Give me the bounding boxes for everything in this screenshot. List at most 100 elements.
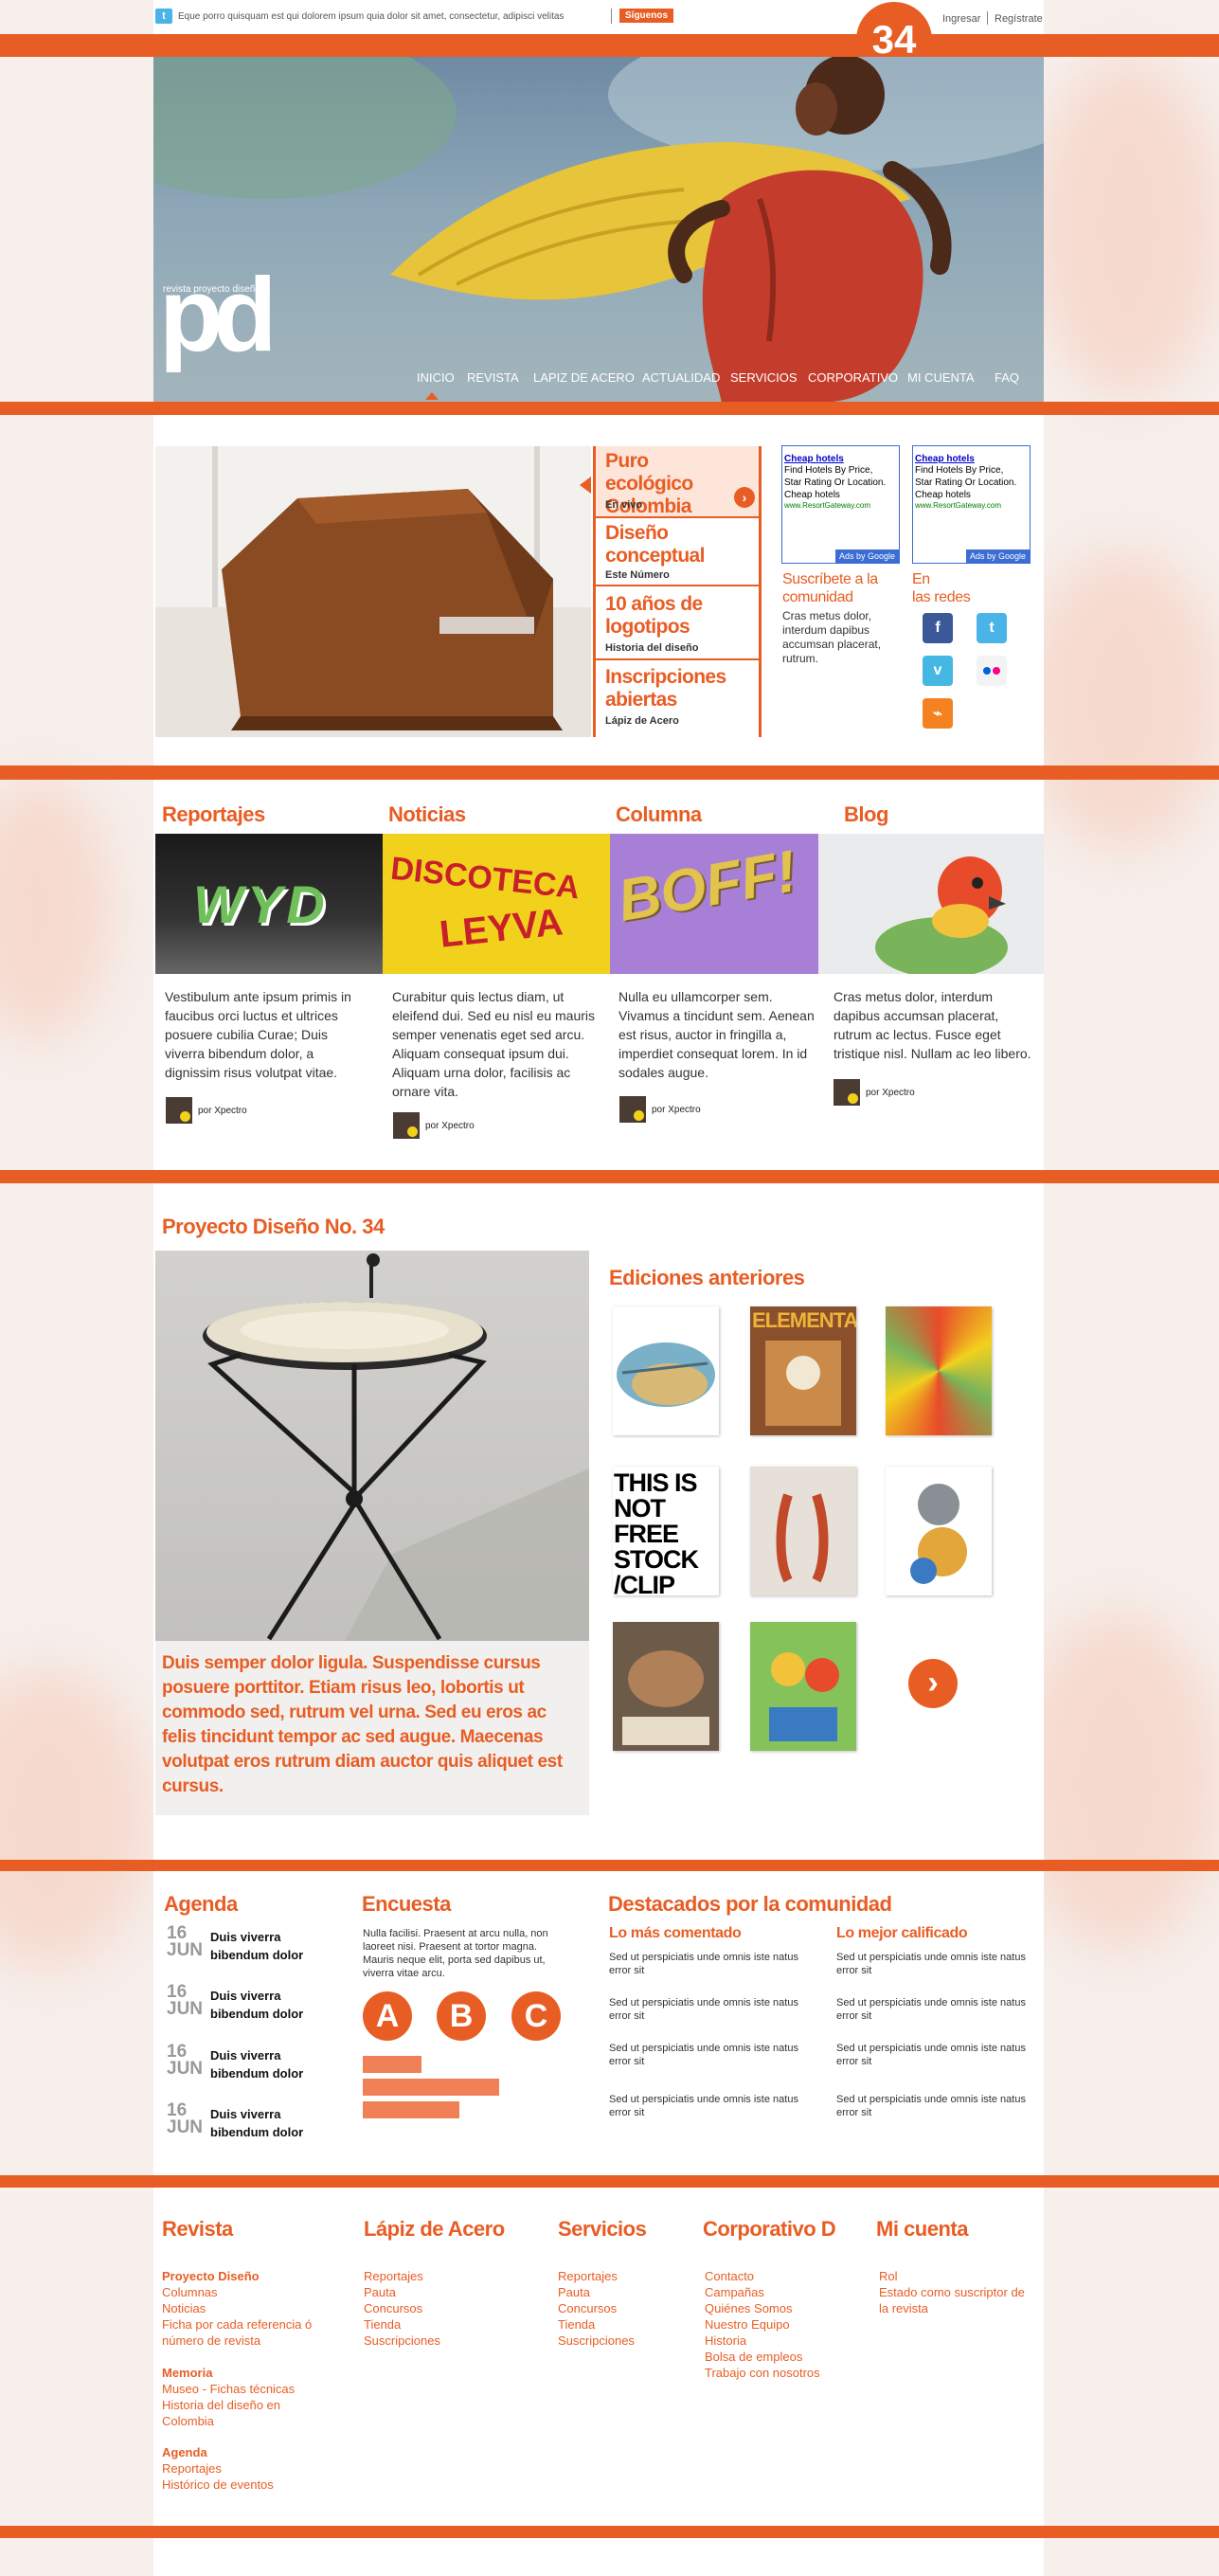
edition-cover[interactable]: ELEMENTA (750, 1306, 856, 1435)
highlights-heading[interactable]: Destacados por la comunidad (608, 1892, 892, 1917)
footer-link[interactable]: Historia del diseño en (162, 2397, 280, 2413)
footer-group-title[interactable]: Proyecto Diseño (162, 2268, 260, 2284)
footer-heading-corporativo[interactable]: Corporativo D (703, 2217, 836, 2242)
footer-link[interactable]: Rol (879, 2268, 898, 2284)
agenda-heading[interactable]: Agenda (164, 1892, 238, 1917)
highlight-item[interactable]: Sed ut perspiciatis unde omnis iste natu… (836, 1951, 1026, 1977)
highlight-item[interactable]: Sed ut perspiciatis unde omnis iste natu… (836, 1996, 1026, 2023)
footer-link[interactable]: Reportajes (162, 2460, 222, 2477)
footer-heading-servicios[interactable]: Servicios (558, 2217, 647, 2242)
featured-item-2[interactable]: Diseño conceptual Este Número (596, 520, 759, 586)
ad-box-1[interactable]: Cheap hotels Find Hotels By Price, Star … (781, 445, 900, 564)
footer-heading-mi-cuenta[interactable]: Mi cuenta (876, 2217, 968, 2242)
footer-link[interactable]: Pauta (558, 2284, 590, 2300)
footer-heading-revista[interactable]: Revista (162, 2217, 233, 2242)
footer-link[interactable]: Histórico de eventos (162, 2477, 274, 2493)
footer-link[interactable]: Museo - Fichas técnicas (162, 2381, 295, 2397)
best-rated-heading[interactable]: Lo mejor calificado (836, 1925, 968, 1942)
nav-servicios[interactable]: SERVICIOS (730, 370, 798, 385)
highlight-item[interactable]: Sed ut perspiciatis unde omnis iste natu… (609, 1996, 798, 2023)
footer-link[interactable]: Reportajes (558, 2268, 618, 2284)
edition-cover[interactable] (750, 1467, 856, 1595)
featured-item-3[interactable]: 10 años de logotipos Historia del diseño (596, 588, 759, 660)
nav-revista[interactable]: REVISTA (467, 370, 519, 385)
highlight-item[interactable]: Sed ut perspiciatis unde omnis iste natu… (836, 2042, 1026, 2068)
ad-url[interactable]: www.ResortGateway.com (915, 501, 1028, 510)
section-heading-columna[interactable]: Columna (616, 802, 702, 827)
footer-link[interactable]: Quiénes Somos (705, 2300, 793, 2316)
footer-link[interactable]: Campañas (705, 2284, 764, 2300)
next-editions-button[interactable]: › (908, 1659, 958, 1708)
edition-cover[interactable] (886, 1467, 992, 1595)
edition-cover[interactable] (613, 1306, 719, 1435)
footer-link[interactable]: Tienda (558, 2316, 595, 2333)
poll-option-c[interactable]: C (511, 1991, 561, 2041)
current-issue-cover[interactable] (155, 1251, 589, 1641)
ad-title[interactable]: Cheap hotels (915, 454, 1028, 464)
featured-item-1[interactable]: Puro ecológico Colombia En vivo › (596, 446, 759, 518)
nav-lapiz-de-acero[interactable]: LAPIZ DE ACERO (533, 370, 635, 385)
edition-cover[interactable] (886, 1306, 992, 1435)
author-byline[interactable]: por Xpectro (834, 1079, 915, 1106)
section-heading-reportajes[interactable]: Reportajes (162, 802, 265, 827)
nav-inicio[interactable]: INICIO (417, 370, 455, 385)
register-link[interactable]: Regístrate (995, 13, 1043, 25)
nav-mi-cuenta[interactable]: MI CUENTA (907, 370, 975, 385)
section-heading-noticias[interactable]: Noticias (388, 802, 466, 827)
footer-link[interactable]: Concursos (364, 2300, 422, 2316)
section-heading-blog[interactable]: Blog (844, 802, 888, 827)
footer-link[interactable]: Estado como suscriptor de (879, 2284, 1025, 2300)
current-issue-heading[interactable]: Proyecto Diseño No. 34 (162, 1215, 385, 1239)
community-title[interactable]: Suscríbete a la comunidad (782, 570, 878, 606)
footer-group-title[interactable]: Agenda (162, 2444, 207, 2460)
footer-link[interactable]: Reportajes (364, 2268, 423, 2284)
most-commented-heading[interactable]: Lo más comentado (609, 1925, 742, 1942)
footer-link[interactable]: Concursos (558, 2300, 617, 2316)
event-title[interactable]: Duis viverra bibendum dolor (210, 1987, 303, 2023)
edition-cover[interactable]: THIS IS NOT FREE STOCK /CLIP (613, 1467, 719, 1595)
highlight-item[interactable]: Sed ut perspiciatis unde omnis iste natu… (836, 2093, 1026, 2119)
footer-group-title[interactable]: Memoria (162, 2365, 212, 2381)
footer-link[interactable]: Noticias (162, 2300, 206, 2316)
footer-link[interactable]: Suscripciones (364, 2333, 440, 2349)
site-logo[interactable]: pd (159, 263, 277, 368)
nav-faq[interactable]: FAQ (995, 370, 1019, 385)
nav-actualidad[interactable]: ACTUALIDAD (642, 370, 720, 385)
twitter-icon[interactable]: t (155, 9, 172, 24)
footer-link[interactable]: número de revista (162, 2333, 260, 2349)
edition-cover[interactable] (613, 1622, 719, 1751)
ad-title[interactable]: Cheap hotels (784, 454, 897, 464)
twitter-icon[interactable]: t (977, 613, 1007, 643)
footer-link[interactable]: Historia (705, 2333, 746, 2349)
follow-button[interactable]: Síguenos (619, 9, 674, 23)
poll-option-a[interactable]: A (363, 1991, 412, 2041)
nav-corporativo[interactable]: CORPORATIVO (808, 370, 898, 385)
footer-link[interactable]: Tienda (364, 2316, 401, 2333)
graffiti-image[interactable]: WYD (155, 834, 383, 974)
featured-item-4[interactable]: Inscripciones abiertas Lápiz de Acero (596, 662, 759, 737)
footer-link[interactable]: Trabajo con nosotros (705, 2365, 820, 2381)
footer-link[interactable]: Bolsa de empleos (705, 2349, 802, 2365)
login-link[interactable]: Ingresar (942, 13, 980, 25)
author-byline[interactable]: por Xpectro (393, 1112, 475, 1139)
event-title[interactable]: Duis viverra bibendum dolor (210, 1928, 303, 1964)
highlight-item[interactable]: Sed ut perspiciatis unde omnis iste natu… (609, 1951, 798, 1977)
footer-link[interactable]: Nuestro Equipo (705, 2316, 790, 2333)
footer-heading-lapiz-de-acero[interactable]: Lápiz de Acero (364, 2217, 505, 2242)
footer-link[interactable]: Suscripciones (558, 2333, 635, 2349)
arrow-right-icon[interactable]: › (734, 487, 755, 508)
rss-icon[interactable]: ⌁ (923, 698, 953, 729)
footer-link[interactable]: la revista (879, 2300, 928, 2316)
poll-heading[interactable]: Encuesta (362, 1892, 451, 1917)
footer-link[interactable]: Columnas (162, 2284, 218, 2300)
featured-image[interactable] (155, 446, 591, 737)
ad-url[interactable]: www.ResortGateway.com (784, 501, 897, 510)
disco-sign-image[interactable]: DISCOTECA LEYVA (383, 834, 610, 974)
flickr-icon[interactable] (977, 656, 1007, 686)
footer-link[interactable]: Colombia (162, 2413, 214, 2429)
event-title[interactable]: Duis viverra bibendum dolor (210, 2105, 303, 2141)
poll-option-b[interactable]: B (437, 1991, 486, 2041)
boff-image[interactable]: BOFF! (610, 834, 818, 974)
highlight-item[interactable]: Sed ut perspiciatis unde omnis iste natu… (609, 2042, 798, 2068)
footer-link[interactable]: Contacto (705, 2268, 754, 2284)
